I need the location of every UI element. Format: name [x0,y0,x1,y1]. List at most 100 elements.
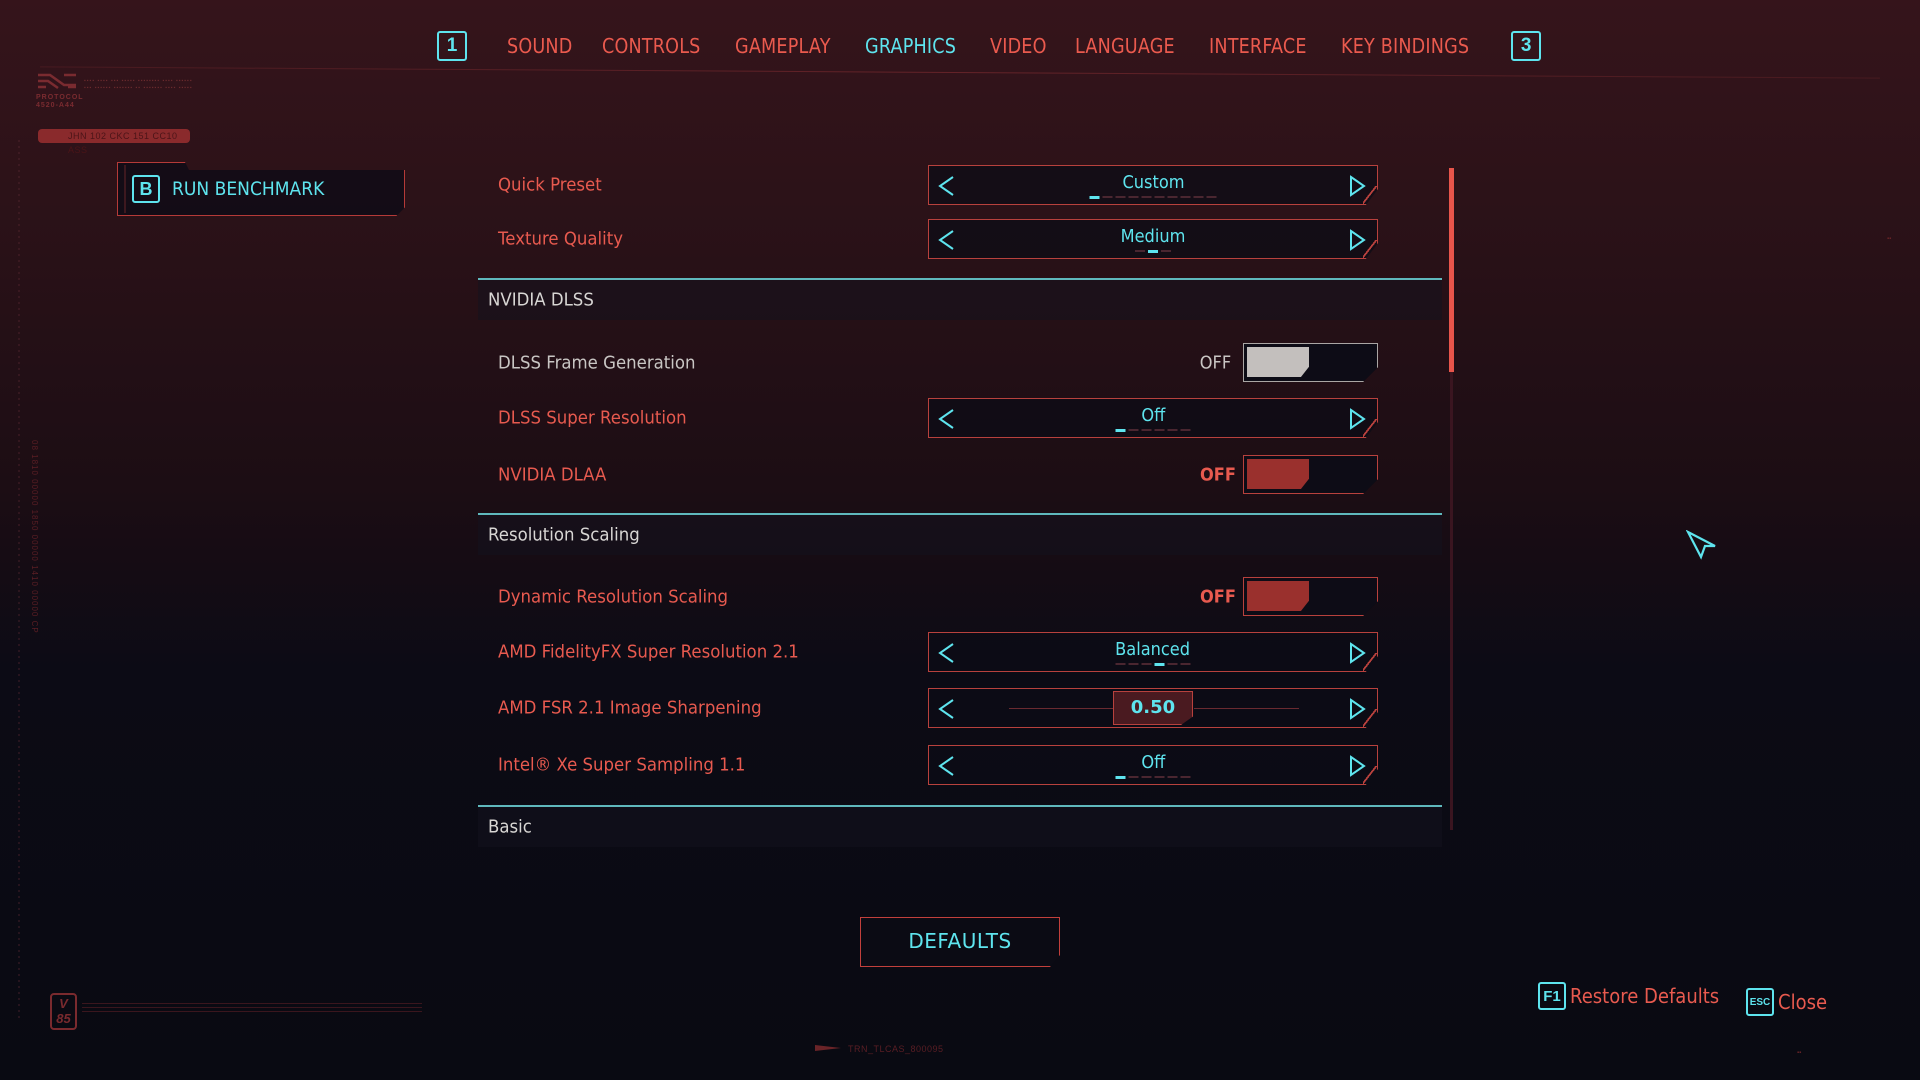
tab-graphics[interactable]: GRAPHICS [865,34,956,58]
option-segments [1115,663,1191,666]
scrollbar-thumb[interactable] [1449,168,1454,372]
protocol-fine-print: ▪▪▪▪ ▪▪▪▪ ▪▪▪ ▪▪▪▪▪ ▪▪▪▪▪▪▪▪ ▪▪▪▪ ▪▪▪▪▪▪… [84,78,193,91]
option-segments [1115,776,1191,779]
option-segments [1135,250,1171,253]
close-label: Close [1778,990,1828,1014]
selector-value: Off [1141,405,1165,426]
segment [1115,196,1126,198]
segment [1154,196,1165,198]
tab-interface[interactable]: INTERFACE [1209,34,1307,58]
toggle-state: OFF [1199,464,1236,486]
setting-dlss-super-resolution: DLSS Super Resolution Off [478,396,1442,440]
toggle-state: OFF [1199,586,1236,608]
segment [1180,776,1191,778]
segment [1180,429,1191,431]
toggle-knob [1247,347,1309,377]
segment [1128,196,1139,198]
toggle-knob [1247,459,1309,489]
setting-quick-preset: Quick Preset Custom [478,163,1442,207]
tab-controls[interactable]: CONTROLS [602,34,701,58]
segment [1128,776,1139,778]
benchmark-label: RUN BENCHMARK [172,178,325,200]
segment [1180,663,1191,665]
esc-key: ESC [1746,988,1774,1016]
setting-label: Texture Quality [498,228,624,250]
section-header-resolution-scaling: Resolution Scaling [478,515,1442,555]
prev-tab-key[interactable]: 1 [437,31,467,61]
setting-amd-fsr: AMD FidelityFX Super Resolution 2.1 Bala… [478,630,1442,674]
section-title: NVIDIA DLSS [488,289,594,311]
slider-handle[interactable]: 0.50 [1113,691,1193,725]
dlss-frame-generation-toggle[interactable] [1243,343,1378,382]
next-tab-key[interactable]: 3 [1511,31,1542,61]
amd-fsr-selector[interactable]: Balanced [928,632,1378,672]
restore-defaults-label: Restore Defaults [1570,984,1720,1008]
bottom-deco-mark: ▪▪ [1797,1050,1802,1056]
f1-key: F1 [1538,982,1566,1010]
setting-dynamic-resolution-scaling: Dynamic Resolution Scaling OFF [478,575,1442,619]
arrow-left-icon[interactable] [937,698,957,720]
xess-selector[interactable]: Off [928,745,1378,785]
benchmark-key: B [132,175,160,203]
segment [1141,663,1152,665]
selector-value: Custom [1121,172,1185,193]
setting-label: NVIDIA DLAA [498,464,607,486]
legal-fine-print [82,1003,422,1015]
setting-label: Dynamic Resolution Scaling [498,586,729,608]
segment [1115,663,1126,665]
tab-sound[interactable]: SOUND [507,34,573,58]
segment [1154,429,1165,431]
section-title: Basic [488,816,532,838]
segment [1180,196,1191,198]
segment-selected [1115,776,1126,779]
segment [1141,429,1152,431]
quick-preset-selector[interactable]: Custom [928,165,1378,205]
segment [1154,776,1165,778]
dynamic-resolution-scaling-toggle[interactable] [1243,577,1378,616]
run-benchmark-button[interactable]: B RUN BENCHMARK [117,162,405,216]
dlss-super-resolution-selector[interactable]: Off [928,398,1378,438]
toggle-knob [1247,581,1309,611]
segment [1161,250,1171,252]
texture-quality-selector[interactable]: Medium [928,219,1378,259]
protocol-label: PROTOCOL 4520-A44 [36,94,84,109]
tab-key-bindings[interactable]: KEY BINDINGS [1341,34,1469,58]
fsr-sharpening-slider[interactable]: 0.50 [928,688,1378,728]
setting-label: DLSS Super Resolution [498,407,687,429]
segment [1128,663,1139,665]
close-button[interactable]: ESC Close [1746,988,1832,1016]
segment [1135,250,1145,252]
right-deco-mark: ▪▪ [1887,236,1892,242]
setting-label: AMD FSR 2.1 Image Sharpening [498,697,762,719]
segment-selected [1115,429,1126,432]
defaults-button[interactable]: DEFAULTS [860,917,1060,967]
settings-tabs: 1 SOUND CONTROLS GAMEPLAY GRAPHICS VIDEO… [437,28,1542,64]
setting-label: AMD FidelityFX Super Resolution 2.1 [498,641,799,663]
option-segments [1089,196,1217,199]
segment [1167,776,1178,778]
toggle-state: OFF [1199,352,1232,374]
segment [1128,429,1139,431]
left-dotted-rule [18,140,20,1020]
trn-code: TRN_TLCAS_800095 [848,1044,944,1054]
segment [1193,196,1204,198]
nvidia-dlaa-toggle[interactable] [1243,455,1378,494]
tab-language[interactable]: LANGUAGE [1075,34,1175,58]
setting-xess: Intel® Xe Super Sampling 1.1 Off [478,743,1442,787]
restore-defaults-button[interactable]: F1 Restore Defaults [1538,982,1736,1010]
segment-selected [1148,250,1158,253]
selector-value: Medium [1120,226,1186,247]
setting-texture-quality: Texture Quality Medium [478,217,1442,261]
segment [1167,429,1178,431]
slider-track[interactable] [1009,708,1114,709]
setting-dlss-frame-generation: DLSS Frame Generation OFF [478,341,1442,385]
slider-track[interactable] [1194,708,1299,709]
section-header-dlss: NVIDIA DLSS [478,280,1442,320]
tab-video[interactable]: VIDEO [990,34,1047,58]
segment [1167,196,1178,198]
selector-value: Off [1141,752,1165,773]
tab-gameplay[interactable]: GAMEPLAY [735,34,831,58]
segment-selected [1089,196,1100,199]
option-segments [1115,429,1191,432]
setting-label: Intel® Xe Super Sampling 1.1 [498,754,746,776]
